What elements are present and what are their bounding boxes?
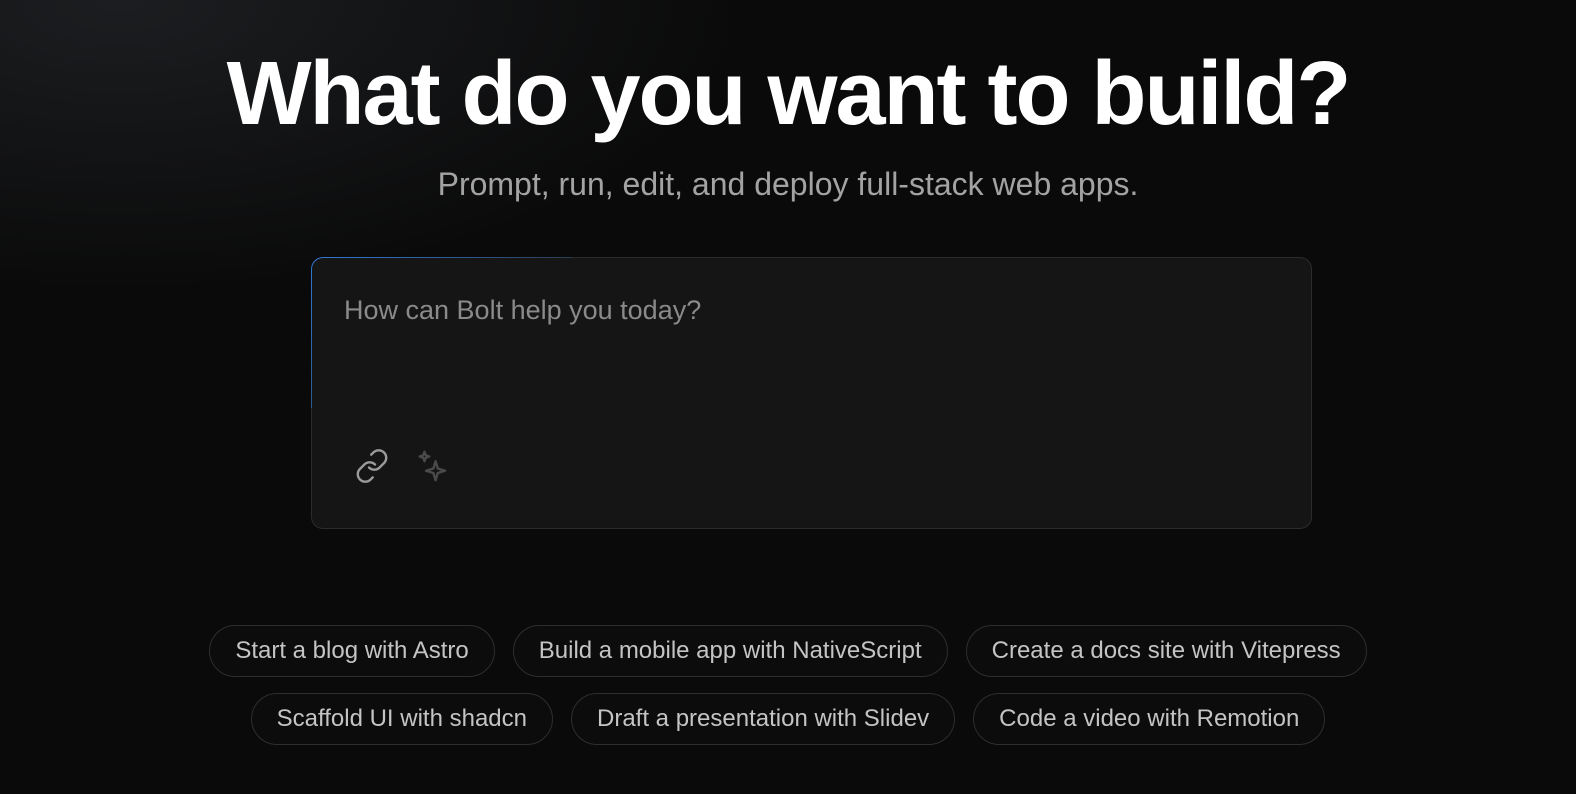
suggestion-chip-shadcn[interactable]: Scaffold UI with shadcn bbox=[250, 693, 553, 745]
suggestion-chip-slidev[interactable]: Draft a presentation with Slidev bbox=[571, 693, 956, 745]
suggestion-row-2: Scaffold UI with shadcn Draft a presenta… bbox=[0, 693, 1576, 745]
enhance-prompt-button[interactable] bbox=[414, 448, 454, 488]
prompt-input[interactable] bbox=[344, 292, 1274, 412]
sparkles-icon bbox=[415, 447, 453, 490]
hero-title: What do you want to build? bbox=[226, 44, 1352, 144]
page: What do you want to build? Prompt, run, … bbox=[0, 0, 1576, 794]
hero-subtitle: Prompt, run, edit, and deploy full-stack… bbox=[437, 166, 1139, 202]
suggestion-chip-vitepress[interactable]: Create a docs site with Vitepress bbox=[965, 625, 1367, 677]
suggestion-chips: Start a blog with Astro Build a mobile a… bbox=[0, 625, 1576, 761]
suggestion-chip-astro[interactable]: Start a blog with Astro bbox=[209, 625, 495, 677]
link-icon bbox=[354, 448, 390, 489]
suggestion-chip-remotion[interactable]: Code a video with Remotion bbox=[973, 693, 1326, 745]
prompt-box bbox=[311, 257, 1312, 529]
suggestion-chip-nativescript[interactable]: Build a mobile app with NativeScript bbox=[512, 625, 948, 677]
suggestion-row-1: Start a blog with Astro Build a mobile a… bbox=[0, 625, 1576, 677]
attach-link-button[interactable] bbox=[352, 448, 392, 488]
